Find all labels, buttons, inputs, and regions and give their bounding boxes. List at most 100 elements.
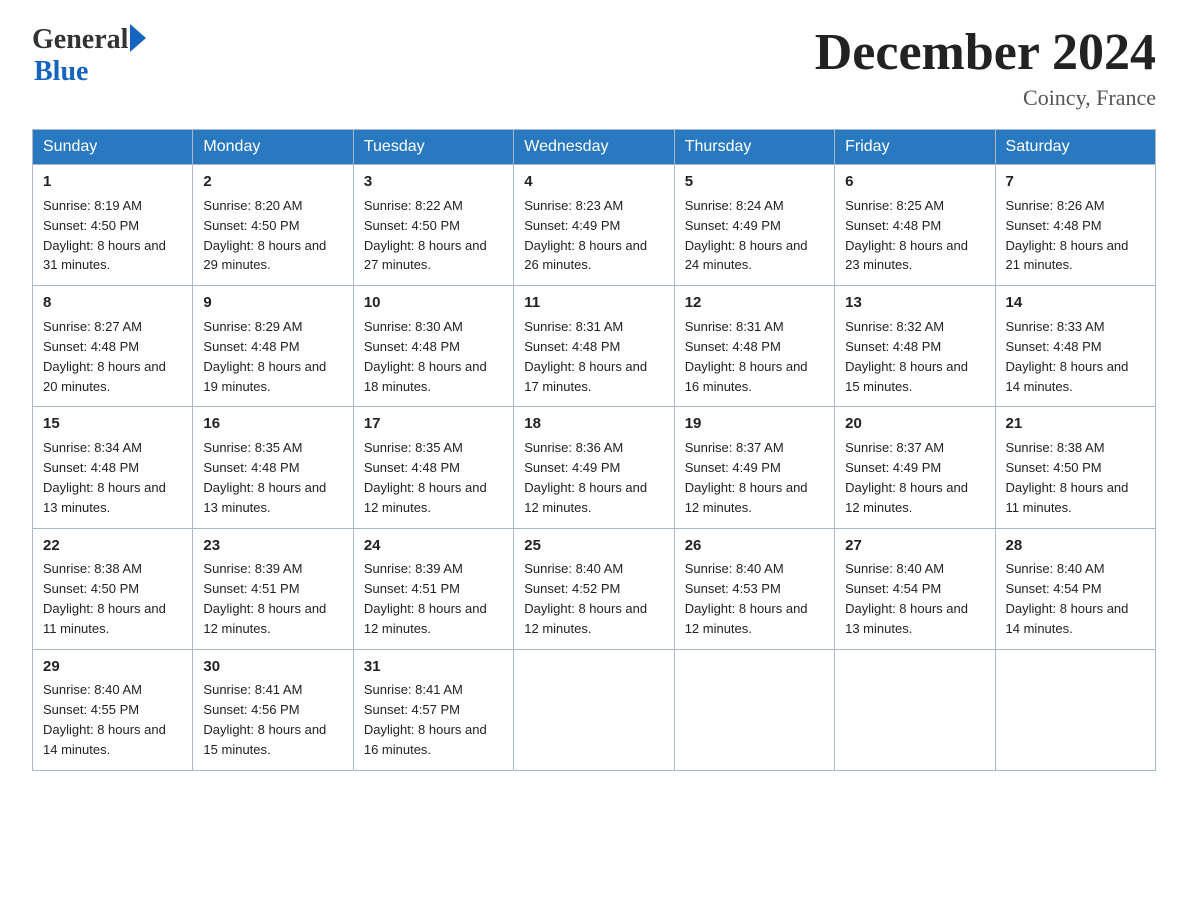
weekday-header-wednesday: Wednesday — [514, 130, 674, 165]
calendar-cell: 13 Sunrise: 8:32 AMSunset: 4:48 PMDayligh… — [835, 286, 995, 407]
logo-blue-text: Blue — [34, 56, 146, 88]
day-number: 6 — [845, 171, 984, 193]
calendar-cell: 28 Sunrise: 8:40 AMSunset: 4:54 PMDayligh… — [995, 528, 1155, 649]
day-info: Sunrise: 8:20 AMSunset: 4:50 PMDaylight:… — [203, 198, 326, 273]
day-number: 25 — [524, 535, 663, 557]
calendar-cell: 18 Sunrise: 8:36 AMSunset: 4:49 PMDayligh… — [514, 407, 674, 528]
week-row-5: 29Sunrise: 8:40 AMSunset: 4:55 PMDayligh… — [33, 649, 1156, 770]
day-number: 12 — [685, 292, 824, 314]
day-info: Sunrise: 8:36 AMSunset: 4:49 PMDaylight:… — [524, 440, 647, 515]
day-number: 30 — [203, 656, 342, 678]
day-info: Sunrise: 8:40 AMSunset: 4:54 PMDaylight:… — [1006, 561, 1129, 636]
calendar-table: SundayMondayTuesdayWednesdayThursdayFrid… — [32, 129, 1156, 771]
day-number: 13 — [845, 292, 984, 314]
calendar-cell: 24Sunrise: 8:39 AMSunset: 4:51 PMDayligh… — [353, 528, 513, 649]
calendar-cell: 9 Sunrise: 8:29 AMSunset: 4:48 PMDaylight… — [193, 286, 353, 407]
calendar-cell: 26 Sunrise: 8:40 AMSunset: 4:53 PMDayligh… — [674, 528, 834, 649]
day-number: 3 — [364, 171, 503, 193]
calendar-cell: 31 Sunrise: 8:41 AMSunset: 4:57 PMDayligh… — [353, 649, 513, 770]
calendar-cell: 2 Sunrise: 8:20 AMSunset: 4:50 PMDaylight… — [193, 165, 353, 286]
calendar-cell — [835, 649, 995, 770]
title-block: December 2024 Coincy, France — [815, 24, 1156, 111]
day-number: 28 — [1006, 535, 1145, 557]
logo-general-text: General — [32, 24, 128, 56]
calendar-cell — [514, 649, 674, 770]
weekday-header-friday: Friday — [835, 130, 995, 165]
calendar-cell: 16Sunrise: 8:35 AMSunset: 4:48 PMDayligh… — [193, 407, 353, 528]
day-info: Sunrise: 8:22 AMSunset: 4:50 PMDaylight:… — [364, 198, 487, 273]
logo-arrow-icon — [130, 24, 146, 52]
week-row-3: 15 Sunrise: 8:34 AMSunset: 4:48 PMDayligh… — [33, 407, 1156, 528]
day-number: 5 — [685, 171, 824, 193]
month-title: December 2024 — [815, 24, 1156, 81]
day-info: Sunrise: 8:41 AMSunset: 4:57 PMDaylight:… — [364, 682, 487, 757]
calendar-cell: 12 Sunrise: 8:31 AMSunset: 4:48 PMDayligh… — [674, 286, 834, 407]
calendar-cell: 19Sunrise: 8:37 AMSunset: 4:49 PMDayligh… — [674, 407, 834, 528]
location-label: Coincy, France — [815, 85, 1156, 111]
calendar-cell: 4 Sunrise: 8:23 AMSunset: 4:49 PMDaylight… — [514, 165, 674, 286]
day-info: Sunrise: 8:33 AMSunset: 4:48 PMDaylight:… — [1006, 319, 1129, 394]
day-number: 11 — [524, 292, 663, 314]
day-info: Sunrise: 8:23 AMSunset: 4:49 PMDaylight:… — [524, 198, 647, 273]
day-number: 23 — [203, 535, 342, 557]
weekday-header-saturday: Saturday — [995, 130, 1155, 165]
day-info: Sunrise: 8:41 AMSunset: 4:56 PMDaylight:… — [203, 682, 326, 757]
week-row-1: 1 Sunrise: 8:19 AMSunset: 4:50 PMDaylight… — [33, 165, 1156, 286]
day-info: Sunrise: 8:31 AMSunset: 4:48 PMDaylight:… — [524, 319, 647, 394]
day-info: Sunrise: 8:40 AMSunset: 4:53 PMDaylight:… — [685, 561, 808, 636]
weekday-header-row: SundayMondayTuesdayWednesdayThursdayFrid… — [33, 130, 1156, 165]
calendar-cell: 29Sunrise: 8:40 AMSunset: 4:55 PMDayligh… — [33, 649, 193, 770]
day-number: 9 — [203, 292, 342, 314]
day-info: Sunrise: 8:38 AMSunset: 4:50 PMDaylight:… — [1006, 440, 1129, 515]
day-number: 8 — [43, 292, 182, 314]
day-info: Sunrise: 8:19 AMSunset: 4:50 PMDaylight:… — [43, 198, 166, 273]
day-info: Sunrise: 8:27 AMSunset: 4:48 PMDaylight:… — [43, 319, 166, 394]
day-info: Sunrise: 8:39 AMSunset: 4:51 PMDaylight:… — [203, 561, 326, 636]
day-number: 14 — [1006, 292, 1145, 314]
day-number: 15 — [43, 413, 182, 435]
calendar-cell: 21 Sunrise: 8:38 AMSunset: 4:50 PMDayligh… — [995, 407, 1155, 528]
calendar-cell: 23 Sunrise: 8:39 AMSunset: 4:51 PMDayligh… — [193, 528, 353, 649]
week-row-4: 22Sunrise: 8:38 AMSunset: 4:50 PMDayligh… — [33, 528, 1156, 649]
day-number: 26 — [685, 535, 824, 557]
day-number: 17 — [364, 413, 503, 435]
day-number: 4 — [524, 171, 663, 193]
day-number: 1 — [43, 171, 182, 193]
calendar-cell: 11 Sunrise: 8:31 AMSunset: 4:48 PMDayligh… — [514, 286, 674, 407]
day-number: 7 — [1006, 171, 1145, 193]
calendar-cell — [674, 649, 834, 770]
day-info: Sunrise: 8:34 AMSunset: 4:48 PMDaylight:… — [43, 440, 166, 515]
weekday-header-sunday: Sunday — [33, 130, 193, 165]
day-number: 19 — [685, 413, 824, 435]
day-info: Sunrise: 8:39 AMSunset: 4:51 PMDaylight:… — [364, 561, 487, 636]
day-number: 27 — [845, 535, 984, 557]
calendar-cell — [995, 649, 1155, 770]
day-info: Sunrise: 8:31 AMSunset: 4:48 PMDaylight:… — [685, 319, 808, 394]
day-number: 18 — [524, 413, 663, 435]
day-info: Sunrise: 8:35 AMSunset: 4:48 PMDaylight:… — [203, 440, 326, 515]
day-number: 2 — [203, 171, 342, 193]
day-info: Sunrise: 8:32 AMSunset: 4:48 PMDaylight:… — [845, 319, 968, 394]
calendar-cell: 27 Sunrise: 8:40 AMSunset: 4:54 PMDayligh… — [835, 528, 995, 649]
calendar-cell: 15 Sunrise: 8:34 AMSunset: 4:48 PMDayligh… — [33, 407, 193, 528]
calendar-cell: 1 Sunrise: 8:19 AMSunset: 4:50 PMDaylight… — [33, 165, 193, 286]
day-number: 31 — [364, 656, 503, 678]
day-info: Sunrise: 8:24 AMSunset: 4:49 PMDaylight:… — [685, 198, 808, 273]
day-info: Sunrise: 8:30 AMSunset: 4:48 PMDaylight:… — [364, 319, 487, 394]
weekday-header-monday: Monday — [193, 130, 353, 165]
day-info: Sunrise: 8:40 AMSunset: 4:54 PMDaylight:… — [845, 561, 968, 636]
day-number: 21 — [1006, 413, 1145, 435]
day-info: Sunrise: 8:40 AMSunset: 4:52 PMDaylight:… — [524, 561, 647, 636]
calendar-cell: 10 Sunrise: 8:30 AMSunset: 4:48 PMDayligh… — [353, 286, 513, 407]
calendar-cell: 7Sunrise: 8:26 AMSunset: 4:48 PMDaylight… — [995, 165, 1155, 286]
calendar-cell: 8 Sunrise: 8:27 AMSunset: 4:48 PMDaylight… — [33, 286, 193, 407]
calendar-cell: 6 Sunrise: 8:25 AMSunset: 4:48 PMDaylight… — [835, 165, 995, 286]
calendar-cell: 20Sunrise: 8:37 AMSunset: 4:49 PMDayligh… — [835, 407, 995, 528]
day-number: 29 — [43, 656, 182, 678]
day-number: 10 — [364, 292, 503, 314]
day-info: Sunrise: 8:38 AMSunset: 4:50 PMDaylight:… — [43, 561, 166, 636]
calendar-cell: 14 Sunrise: 8:33 AMSunset: 4:48 PMDayligh… — [995, 286, 1155, 407]
day-info: Sunrise: 8:29 AMSunset: 4:48 PMDaylight:… — [203, 319, 326, 394]
day-info: Sunrise: 8:25 AMSunset: 4:48 PMDaylight:… — [845, 198, 968, 273]
logo: General Blue — [32, 24, 146, 88]
